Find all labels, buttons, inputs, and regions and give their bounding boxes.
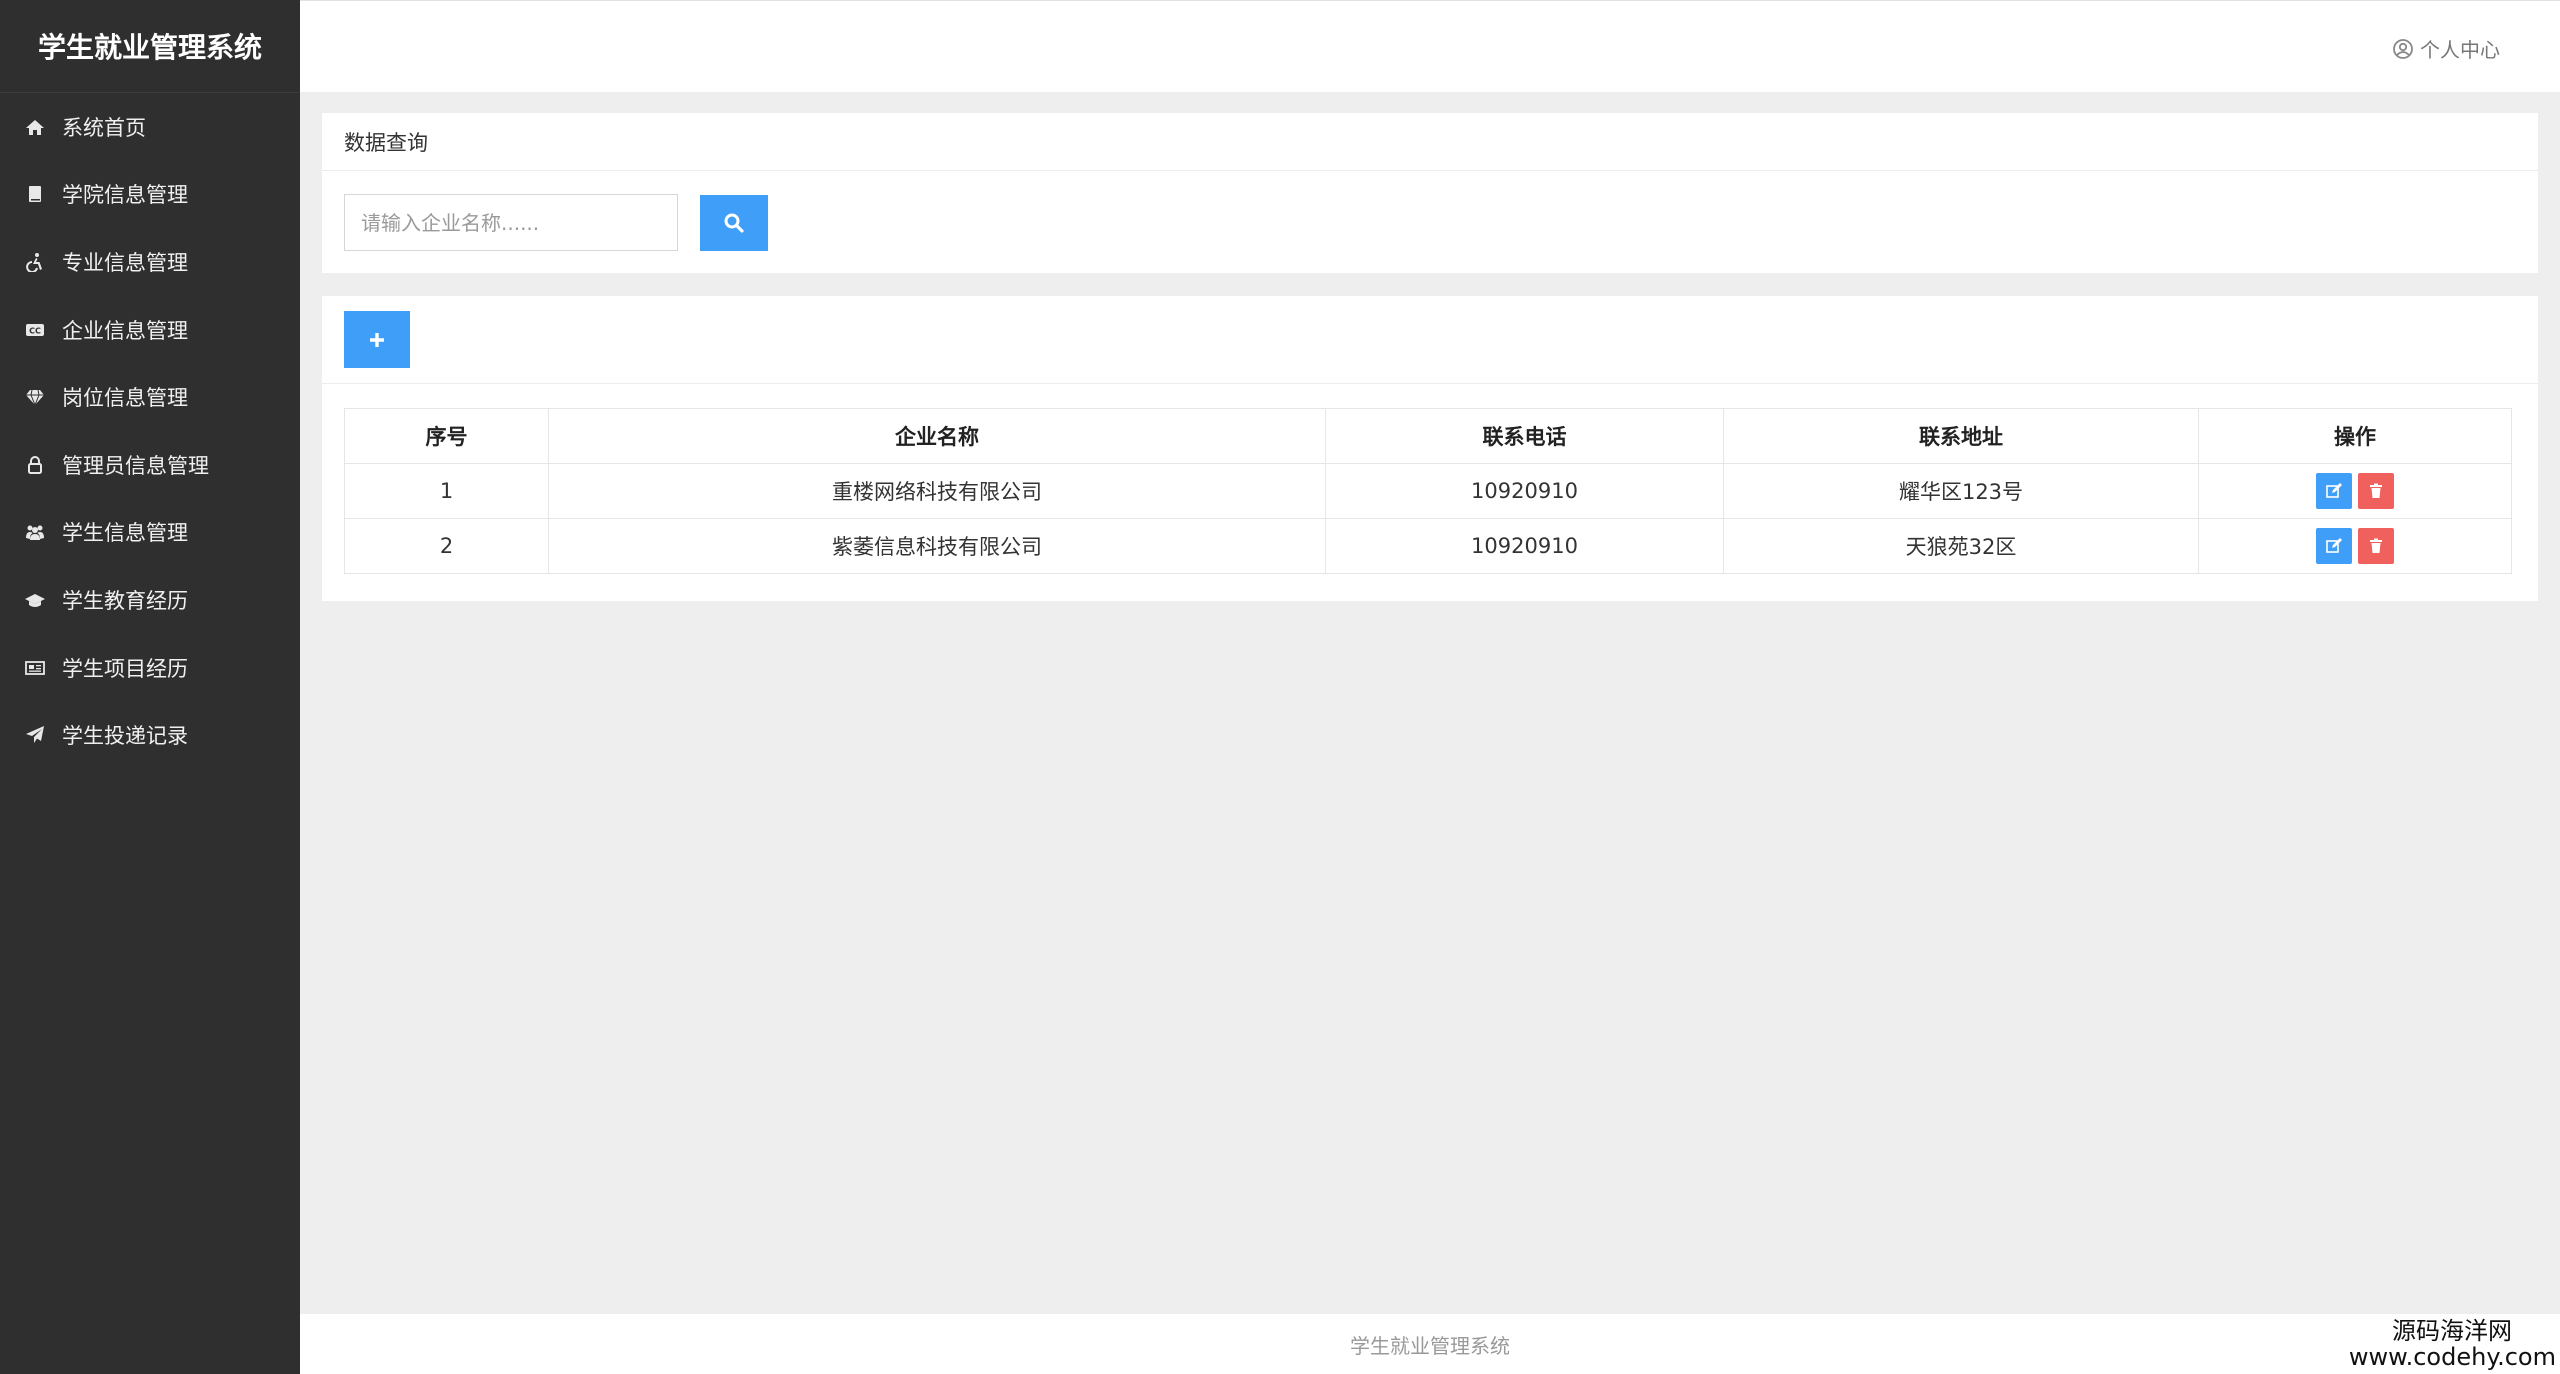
table-row: 1 重楼网络科技有限公司 10920910 耀华区123号 [344,463,2512,519]
delete-button[interactable] [2358,528,2394,564]
delete-button[interactable] [2358,473,2394,509]
column-header-index: 序号 [344,408,549,464]
edit-icon [2326,483,2342,498]
table-row: 2 紫萎信息科技有限公司 10920910 天狼苑32区 [344,518,2512,574]
sidebar-item-label: 学生教育经历 [62,588,188,613]
cell-address: 耀华区123号 [1723,463,2199,519]
sidebar-item-admin[interactable]: 管理员信息管理 [0,431,300,499]
newspaper-icon [22,655,48,681]
company-list-panel: 序号 企业名称 联系电话 联系地址 操作 1 重楼网络科技有限公司 109209… [322,296,2538,601]
footer-text: 学生就业管理系统 [1350,1333,1510,1358]
diamond-icon [22,384,48,410]
graduation-cap-icon [22,587,48,613]
sidebar-item-label: 专业信息管理 [62,250,188,275]
user-center-link[interactable]: 个人中心 [2392,34,2500,63]
watermark: 源码海洋网 www.codehy.com [2349,1318,2556,1370]
edit-button[interactable] [2316,528,2352,564]
company-table: 序号 企业名称 联系电话 联系地址 操作 1 重楼网络科技有限公司 109209… [344,408,2512,574]
user-circle-icon [2393,38,2413,59]
trash-icon [2370,483,2382,498]
cell-index: 2 [344,518,549,574]
cell-index: 1 [344,463,549,519]
cell-actions [2198,463,2512,519]
cell-actions [2198,518,2512,574]
cell-phone: 10920910 [1325,463,1724,519]
add-company-button[interactable] [344,311,410,368]
home-icon [22,114,48,140]
list-toolbar [322,296,2538,384]
edit-icon [2326,538,2342,553]
sidebar-item-label: 学生投递记录 [62,724,188,749]
lock-icon [22,452,48,478]
sidebar-item-label: 学生信息管理 [62,521,188,546]
sidebar-item-company[interactable]: CC 企业信息管理 [0,296,300,364]
sidebar-item-application[interactable]: 学生投递记录 [0,701,300,769]
watermark-line-2: www.codehy.com [2348,1343,2556,1371]
sidebar-item-label: 学生项目经历 [62,656,188,681]
cell-phone: 10920910 [1325,518,1724,574]
sidebar-item-project[interactable]: 学生项目经历 [0,634,300,702]
sidebar-item-home[interactable]: 系统首页 [0,93,300,161]
sidebar-item-education[interactable]: 学生教育经历 [0,566,300,634]
query-panel-title: 数据查询 [322,113,2538,171]
app-title: 学生就业管理系统 [0,0,300,93]
sidebar-item-college[interactable]: 学院信息管理 [0,161,300,229]
plus-icon [370,332,384,347]
query-panel: 数据查询 [322,113,2538,273]
cell-company-name: 紫萎信息科技有限公司 [548,518,1326,574]
column-header-name: 企业名称 [548,408,1326,464]
cell-address: 天狼苑32区 [1723,518,2199,574]
sidebar-item-label: 岗位信息管理 [62,386,188,411]
edit-button[interactable] [2316,473,2352,509]
cc-icon: CC [22,317,48,343]
top-bar: 个人中心 [300,0,2560,92]
sidebar-item-major[interactable]: 专业信息管理 [0,228,300,296]
sidebar-item-position[interactable]: 岗位信息管理 [0,363,300,431]
watermark-line-1: 源码海洋网 [2392,1317,2512,1345]
column-header-actions: 操作 [2198,408,2512,464]
cell-company-name: 重楼网络科技有限公司 [548,463,1326,519]
sidebar-item-label: 系统首页 [62,115,146,140]
search-icon [724,213,744,233]
company-name-search-input[interactable] [344,194,678,251]
sidebar-item-student[interactable]: 学生信息管理 [0,499,300,567]
column-header-phone: 联系电话 [1325,408,1724,464]
sidebar-item-label: 学院信息管理 [62,183,188,208]
svg-text:CC: CC [29,326,41,335]
book-icon [22,181,48,207]
sidebar-item-label: 管理员信息管理 [62,453,209,478]
column-header-address: 联系地址 [1723,408,2199,464]
search-row [322,194,2538,251]
footer: 学生就业管理系统 [300,1314,2560,1374]
sidebar-item-label: 企业信息管理 [62,318,188,343]
search-button[interactable] [700,194,768,251]
users-icon [22,519,48,545]
table-header-row: 序号 企业名称 联系电话 联系地址 操作 [344,408,2512,464]
trash-icon [2370,538,2382,553]
sidebar: 学生就业管理系统 系统首页 学院信息管理 专业信息管理 CC 企业信息管理 岗位… [0,0,300,1374]
user-center-label: 个人中心 [2420,38,2500,62]
wheelchair-icon [22,249,48,275]
paper-plane-icon [22,722,48,748]
